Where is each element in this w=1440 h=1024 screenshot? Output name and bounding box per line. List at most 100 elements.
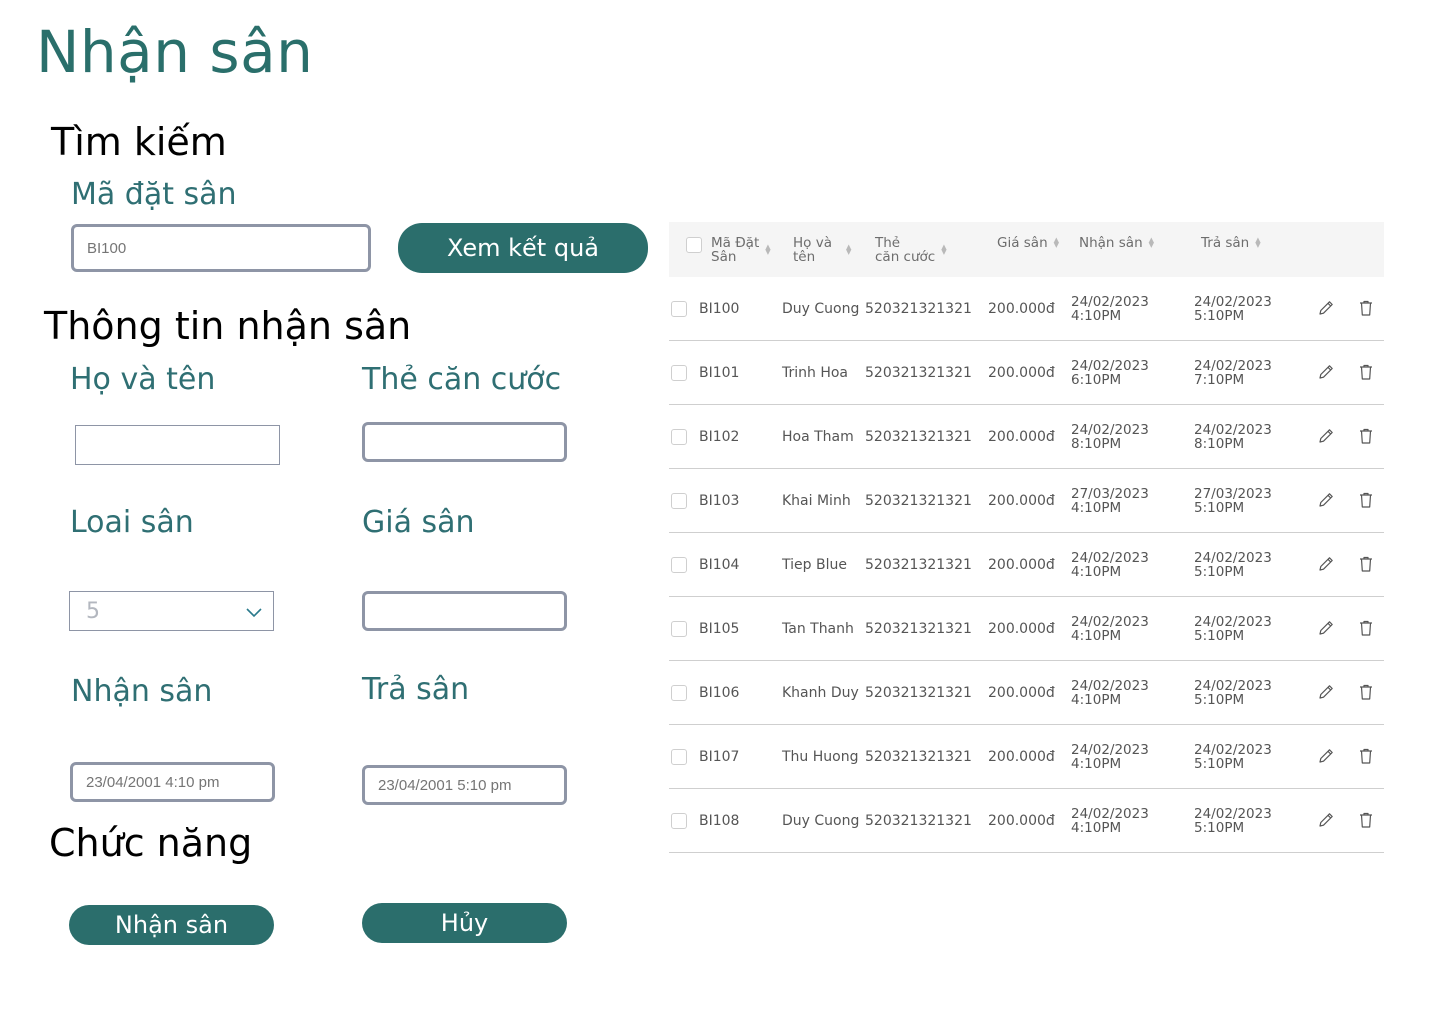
confirm-checkin-button[interactable]: Nhận sân [69, 905, 274, 945]
price-label: Giá sân [362, 505, 475, 540]
checkin-hour: 4:10PM [1071, 627, 1122, 644]
edit-pencil-icon[interactable] [1317, 555, 1335, 573]
checkout-hour: 5:10PM [1194, 307, 1245, 324]
edit-pencil-icon[interactable] [1317, 363, 1335, 381]
id-card-number: 520321321321 [865, 684, 972, 701]
checkin-date: 24/02/2023 [1071, 421, 1149, 438]
checkin-hour: 4:10PM [1071, 307, 1122, 324]
delete-trash-icon[interactable] [1357, 427, 1375, 445]
checkin-time: 24/02/2023 4:10PM [1071, 725, 1149, 788]
cancel-button[interactable]: Hủy [362, 903, 567, 943]
info-heading: Thông tin nhận sân [44, 304, 412, 348]
select-all-checkbox[interactable] [686, 237, 702, 253]
booking-code: BI103 [699, 492, 740, 509]
checkout-date: 24/02/2023 [1194, 357, 1272, 374]
checkin-date: 24/02/2023 [1071, 741, 1149, 758]
id-card-number: 520321321321 [865, 492, 972, 509]
delete-trash-icon[interactable] [1357, 811, 1375, 829]
price: 200.000đ [988, 748, 1055, 765]
checkout-time: 27/03/2023 5:10PM [1194, 469, 1272, 532]
booking-code-label: Mã đặt sân [71, 177, 237, 212]
checkin-hour: 4:10PM [1071, 499, 1122, 516]
sort-icon: ▲ ▼ [845, 243, 852, 256]
col-checkout-label: Trả sân [1201, 235, 1250, 251]
col-name[interactable]: Họ và tên ▲ ▼ [793, 236, 851, 264]
table-row[interactable]: BI106 Khanh Duy 520321321321 200.000đ 24… [669, 661, 1384, 725]
checkout-date: 24/02/2023 [1194, 741, 1272, 758]
table-row[interactable]: BI100 Duy Cuong 520321321321 200.000đ 24… [669, 277, 1384, 341]
checkout-time: 24/02/2023 5:10PM [1194, 725, 1272, 788]
delete-trash-icon[interactable] [1357, 555, 1375, 573]
table-row[interactable]: BI104 Tiep Blue 520321321321 200.000đ 24… [669, 533, 1384, 597]
row-checkbox[interactable] [671, 749, 687, 765]
table-row[interactable]: BI105 Tan Thanh 520321321321 200.000đ 24… [669, 597, 1384, 661]
edit-pencil-icon[interactable] [1317, 811, 1335, 829]
delete-trash-icon[interactable] [1357, 619, 1375, 637]
row-checkbox[interactable] [671, 621, 687, 637]
col-code[interactable]: Mã Đặt Sân ▲ ▼ [711, 236, 771, 264]
full-name-input[interactable] [75, 425, 280, 465]
table-row[interactable]: BI108 Duy Cuong 520321321321 200.000đ 24… [669, 789, 1384, 853]
checkout-time: 24/02/2023 5:10PM [1194, 277, 1272, 340]
table-row[interactable]: BI103 Khai Minh 520321321321 200.000đ 27… [669, 469, 1384, 533]
delete-trash-icon[interactable] [1357, 683, 1375, 701]
checkout-time: 24/02/2023 7:10PM [1194, 341, 1272, 404]
customer-name: Hoa Tham [782, 428, 854, 445]
row-checkbox[interactable] [671, 557, 687, 573]
checkout-hour: 5:10PM [1194, 563, 1245, 580]
checkin-hour: 4:10PM [1071, 691, 1122, 708]
full-name-label: Họ và tên [70, 362, 216, 397]
checkout-input[interactable] [362, 765, 567, 805]
table-row[interactable]: BI101 Trinh Hoa 520321321321 200.000đ 24… [669, 341, 1384, 405]
row-checkbox[interactable] [671, 493, 687, 509]
customer-name: Tan Thanh [782, 620, 854, 637]
col-checkin[interactable]: Nhận sân ▲ ▼ [1079, 236, 1154, 250]
edit-pencil-icon[interactable] [1317, 619, 1335, 637]
col-code-label-2: Sân [711, 249, 737, 265]
checkin-date: 24/02/2023 [1071, 805, 1149, 822]
col-checkout[interactable]: Trả sân ▲ ▼ [1201, 236, 1261, 250]
checkin-date: 24/02/2023 [1071, 677, 1149, 694]
delete-trash-icon[interactable] [1357, 299, 1375, 317]
id-card-number: 520321321321 [865, 364, 972, 381]
checkin-input[interactable] [70, 762, 275, 802]
col-price[interactable]: Giá sân ▲ ▼ [997, 236, 1059, 250]
row-checkbox[interactable] [671, 685, 687, 701]
col-name-label-2: tên [793, 249, 816, 265]
edit-pencil-icon[interactable] [1317, 299, 1335, 317]
delete-trash-icon[interactable] [1357, 491, 1375, 509]
edit-pencil-icon[interactable] [1317, 491, 1335, 509]
id-card-input[interactable] [362, 422, 567, 462]
checkin-hour: 4:10PM [1071, 819, 1122, 836]
edit-pencil-icon[interactable] [1317, 427, 1335, 445]
table-row[interactable]: BI102 Hoa Tham 520321321321 200.000đ 24/… [669, 405, 1384, 469]
delete-trash-icon[interactable] [1357, 747, 1375, 765]
booking-code-input[interactable] [71, 224, 371, 272]
price: 200.000đ [988, 620, 1055, 637]
edit-pencil-icon[interactable] [1317, 747, 1335, 765]
checkin-time: 24/02/2023 4:10PM [1071, 597, 1149, 660]
edit-pencil-icon[interactable] [1317, 683, 1335, 701]
row-checkbox[interactable] [671, 429, 687, 445]
booking-code: BI106 [699, 684, 740, 701]
booking-code: BI105 [699, 620, 740, 637]
row-checkbox[interactable] [671, 301, 687, 317]
price: 200.000đ [988, 556, 1055, 573]
checkin-time: 24/02/2023 4:10PM [1071, 277, 1149, 340]
view-results-button[interactable]: Xem kết quả [398, 223, 648, 273]
checkout-time: 24/02/2023 5:10PM [1194, 661, 1272, 724]
checkout-time: 24/02/2023 8:10PM [1194, 405, 1272, 468]
price-input[interactable] [362, 591, 567, 631]
field-type-value: 5 [86, 598, 100, 624]
field-type-select[interactable]: 5 [69, 591, 274, 631]
customer-name: Trinh Hoa [782, 364, 849, 381]
sort-icon: ▲ ▼ [765, 243, 771, 256]
table-row[interactable]: BI107 Thu Huong 520321321321 200.000đ 24… [669, 725, 1384, 789]
delete-trash-icon[interactable] [1357, 363, 1375, 381]
table-header: Mã Đặt Sân ▲ ▼ Họ và tên ▲ ▼ Thẻ căn cước ▲ ▼ … [669, 222, 1384, 277]
col-card[interactable]: Thẻ căn cước ▲ ▼ [875, 236, 947, 264]
row-checkbox[interactable] [671, 365, 687, 381]
row-checkbox[interactable] [671, 813, 687, 829]
sort-icon: ▲ ▼ [1255, 236, 1261, 249]
booking-code: BI101 [699, 364, 740, 381]
